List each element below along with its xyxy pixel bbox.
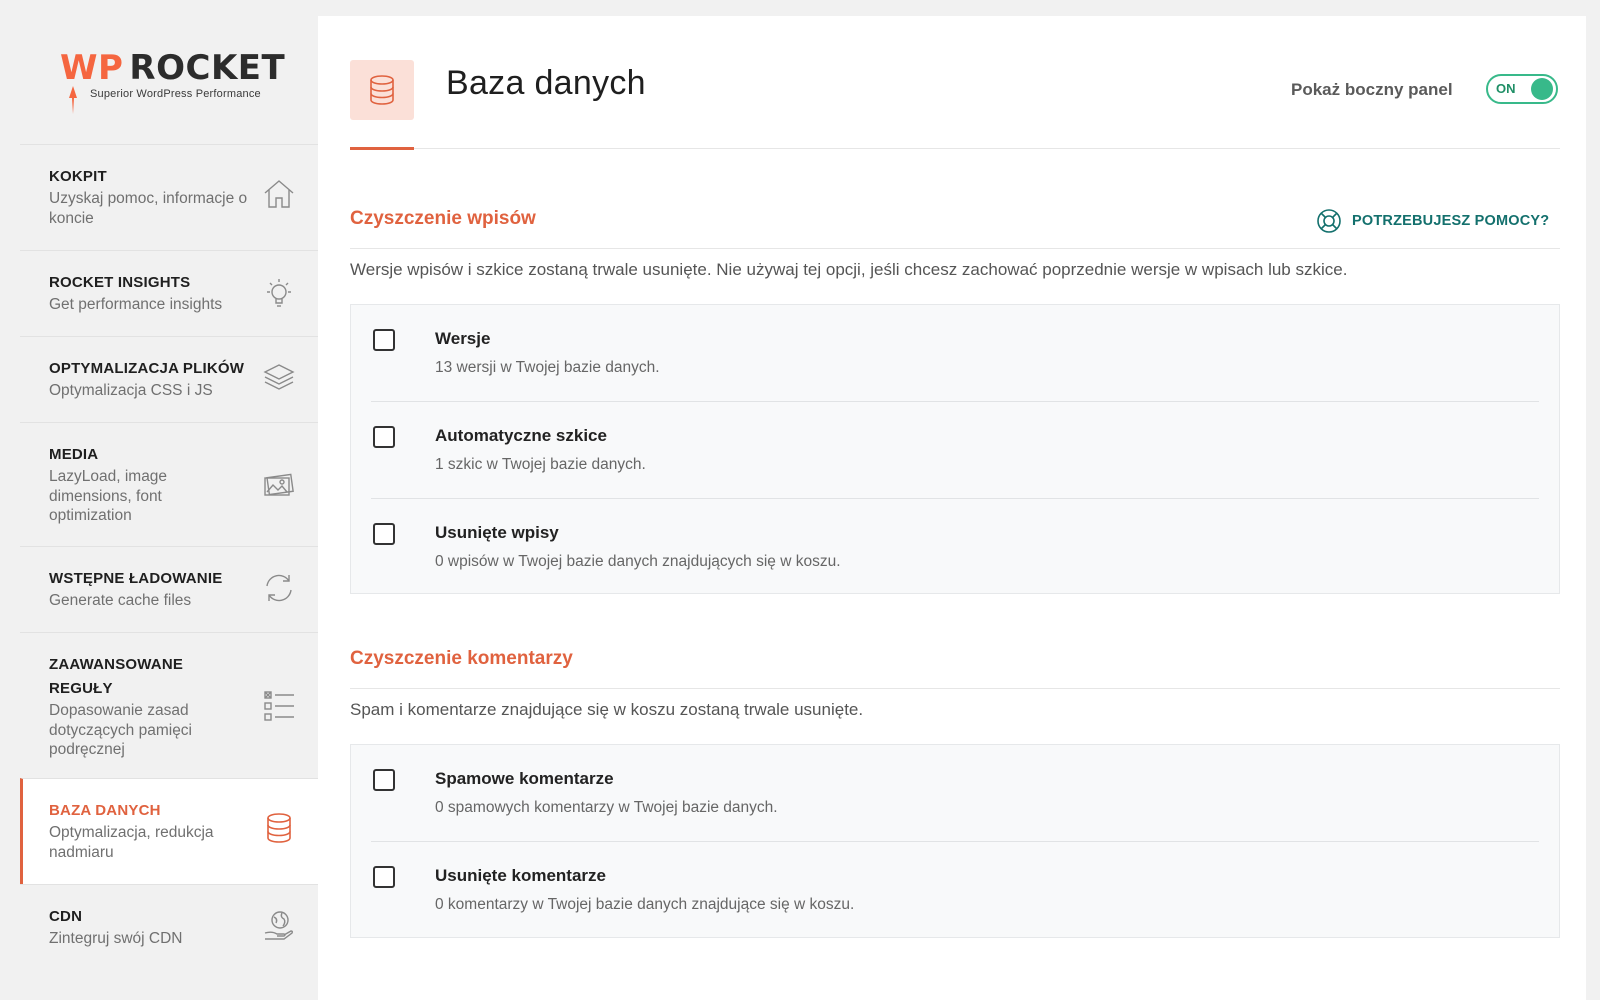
logo-rocket-text: ROCKET xyxy=(129,48,286,88)
sidebar-item-desc: Optymalizacja CSS i JS xyxy=(49,382,213,399)
posts-cleanup-desc: Wersje wpisów i szkice zostaną trwale us… xyxy=(350,260,1348,279)
sidebar-item-kokpit[interactable]: KOKPIT Uzyskaj pomoc, informacje o konci… xyxy=(20,144,318,250)
toggle-knob xyxy=(1531,78,1553,100)
option-trashed-posts: Usunięte wpisy 0 wpisów w Twojej bazie d… xyxy=(371,499,1539,595)
page-icon xyxy=(350,60,414,120)
page-title: Baza danych xyxy=(446,64,646,102)
lightbulb-icon xyxy=(267,279,291,307)
option-label[interactable]: Automatyczne szkice xyxy=(435,426,607,446)
logo-wp-text: WP xyxy=(60,48,124,88)
option-desc: 0 wpisów w Twojej bazie danych znajdując… xyxy=(435,553,841,570)
sidebar-toggle-label: Pokaż boczny panel xyxy=(1291,80,1453,99)
option-auto-drafts: Automatyczne szkice 1 szkic w Twojej baz… xyxy=(371,402,1539,498)
auto-drafts-checkbox[interactable] xyxy=(373,426,395,448)
option-desc: 1 szkic w Twojej bazie danych. xyxy=(435,456,646,473)
wp-rocket-logo[interactable]: WP ROCKET Superior WordPress Performance xyxy=(60,48,290,118)
option-label[interactable]: Wersje xyxy=(435,329,490,349)
comments-cleanup-title: Czyszczenie komentarzy xyxy=(350,648,573,669)
posts-cleanup-options: Wersje 13 wersji w Twojej bazie danych. … xyxy=(350,304,1560,594)
sidebar-item-desc: Uzyskaj pomoc, informacje o koncie xyxy=(49,190,248,227)
flame-icon xyxy=(69,86,77,114)
database-icon xyxy=(267,813,291,843)
sidebar-item-cdn[interactable]: CDN Zintegruj swój CDN xyxy=(20,884,318,970)
option-label[interactable]: Usunięte wpisy xyxy=(435,523,559,543)
lifebuoy-icon xyxy=(1317,209,1341,233)
help-link[interactable]: POTRZEBUJESZ POMOCY? xyxy=(1316,208,1549,234)
sidebar-item-title: CDN xyxy=(49,908,83,925)
comments-cleanup-options: Spamowe komentarze 0 spamowych komentarz… xyxy=(350,744,1560,938)
trashed-comments-checkbox[interactable] xyxy=(373,866,395,888)
section-divider xyxy=(350,248,1560,249)
main-panel: Baza danych Pokaż boczny panel ON Czyszc… xyxy=(318,16,1586,1000)
sidebar-item-rocket-insights[interactable]: ROCKET INSIGHTS Get performance insights xyxy=(20,250,318,336)
logo-tagline: Superior WordPress Performance xyxy=(90,88,261,100)
globe-hand-icon xyxy=(264,911,294,940)
sidebar-item-desc: Dopasowanie zasad dotyczących pamięci po… xyxy=(49,702,193,758)
sidebar-item-optymalizacja-plikow[interactable]: OPTYMALIZACJA PLIKÓW Optymalizacja CSS i… xyxy=(20,336,318,422)
sidebar: WP ROCKET Superior WordPress Performance … xyxy=(0,0,318,1000)
layers-icon xyxy=(263,364,295,390)
option-label[interactable]: Usunięte komentarze xyxy=(435,866,606,886)
posts-cleanup-title: Czyszczenie wpisów xyxy=(350,208,536,229)
sidebar-item-title: WSTĘPNE ŁADOWANIE xyxy=(49,570,223,587)
sidebar-item-baza-danych[interactable]: BAZA DANYCH Optymalizacja, redukcja nadm… xyxy=(20,778,318,884)
sidebar-toggle[interactable]: ON xyxy=(1486,74,1558,104)
sidebar-item-desc: Zintegruj swój CDN xyxy=(49,930,183,947)
sidebar-item-desc: LazyLoad, image dimensions, font optimiz… xyxy=(49,468,168,524)
spam-comments-checkbox[interactable] xyxy=(373,769,395,791)
sidebar-menu: KOKPIT Uzyskaj pomoc, informacje o konci… xyxy=(20,144,318,970)
sidebar-item-title: ZAAWANSOWANE REGUŁY xyxy=(49,656,184,697)
images-icon xyxy=(264,473,294,496)
option-label[interactable]: Spamowe komentarze xyxy=(435,769,614,789)
help-link-label: POTRZEBUJESZ POMOCY? xyxy=(1352,213,1550,229)
sidebar-item-desc: Get performance insights xyxy=(49,296,223,313)
option-desc: 13 wersji w Twojej bazie danych. xyxy=(435,359,660,376)
comments-cleanup-desc: Spam i komentarze znajdujące się w koszu… xyxy=(350,700,864,719)
refresh-icon xyxy=(266,574,292,602)
header-divider xyxy=(350,148,1560,149)
revisions-checkbox[interactable] xyxy=(373,329,395,351)
option-desc: 0 komentarzy w Twojej bazie danych znajd… xyxy=(435,896,855,913)
sidebar-item-desc: Generate cache files xyxy=(49,592,192,609)
sidebar-item-title: OPTYMALIZACJA PLIKÓW xyxy=(49,360,245,377)
section-divider xyxy=(350,688,1560,689)
sidebar-item-title: BAZA DANYCH xyxy=(49,802,161,819)
checklist-icon xyxy=(264,691,294,721)
sidebar-item-title: KOKPIT xyxy=(49,168,107,185)
option-spam-comments: Spamowe komentarze 0 spamowych komentarz… xyxy=(371,745,1539,841)
toggle-state-text: ON xyxy=(1496,81,1516,96)
sidebar-item-zaawansowane-reguly[interactable]: ZAAWANSOWANE REGUŁY Dopasowanie zasad do… xyxy=(20,632,318,778)
home-icon xyxy=(264,180,294,208)
sidebar-item-title: ROCKET INSIGHTS xyxy=(49,274,191,291)
database-icon xyxy=(370,75,394,105)
sidebar-item-media[interactable]: MEDIA LazyLoad, image dimensions, font o… xyxy=(20,422,318,546)
header-accent-bar xyxy=(350,147,414,150)
sidebar-item-title: MEDIA xyxy=(49,446,99,463)
option-trashed-comments: Usunięte komentarze 0 komentarzy w Twoje… xyxy=(371,842,1539,938)
option-desc: 0 spamowych komentarzy w Twojej bazie da… xyxy=(435,799,778,816)
sidebar-item-desc: Optymalizacja, redukcja nadmiaru xyxy=(49,824,214,861)
trashed-posts-checkbox[interactable] xyxy=(373,523,395,545)
option-revisions: Wersje 13 wersji w Twojej bazie danych. xyxy=(371,305,1539,401)
logo-wordmark: WP ROCKET xyxy=(60,48,285,88)
sidebar-item-wstepne-ladowanie[interactable]: WSTĘPNE ŁADOWANIE Generate cache files xyxy=(20,546,318,632)
